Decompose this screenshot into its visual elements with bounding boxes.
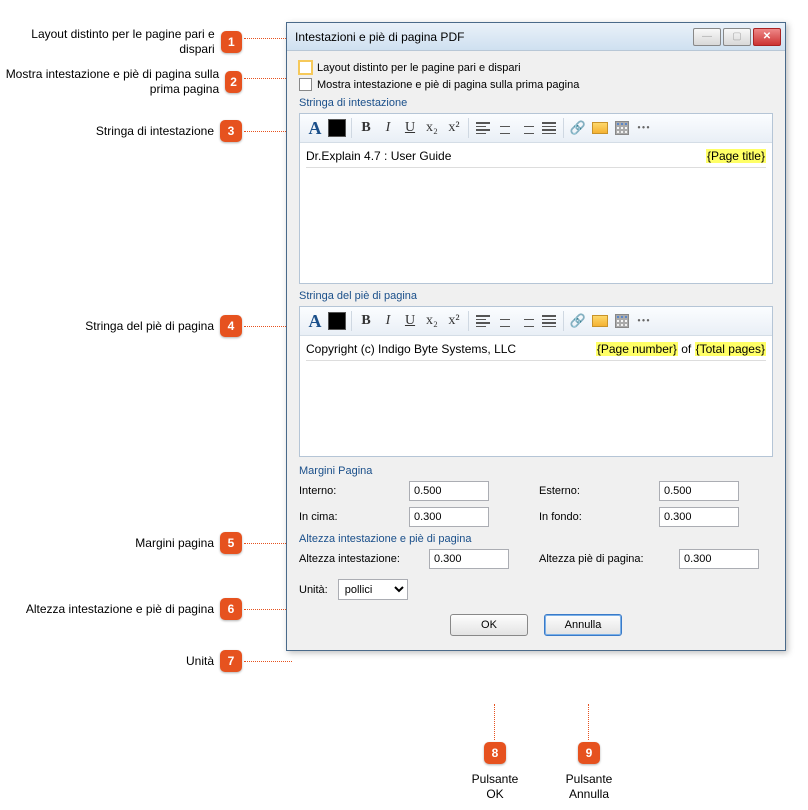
input-header-height[interactable] [429,549,509,569]
more-button[interactable]: ••• [633,117,655,139]
align-right-button[interactable] [516,310,538,332]
color-button[interactable] [326,117,348,139]
input-margin-top[interactable] [409,507,489,527]
label-margin-bottom: In fondo: [539,511,659,523]
header-placeholder-page-title: {Page title} [706,149,766,163]
font-button[interactable]: A [304,117,326,139]
callout-badge-7: 7 [220,650,242,672]
callout-label-3: Stringa di intestazione [96,124,214,139]
maximize-button[interactable]: ▢ [723,28,751,46]
link-button[interactable]: 🔗 [567,310,589,332]
callout-label-6: Altezza intestazione e piè di pagina [26,602,214,617]
callout-badge-1: 1 [221,31,242,53]
header-toolbar: A B I U x₂ x² 🔗 ••• [300,114,772,143]
callout-label-1: Layout distinto per le pagine pari e dis… [0,27,215,57]
image-button[interactable] [589,310,611,332]
callout-badge-8: 8 [484,742,506,764]
align-justify-button[interactable] [538,117,560,139]
label-header-height: Altezza intestazione: [299,553,429,565]
align-right-button[interactable] [516,117,538,139]
align-justify-button[interactable] [538,310,560,332]
callout-badge-9: 9 [578,742,600,764]
titlebar[interactable]: Intestazioni e piè di pagina PDF — ▢ ✕ [287,23,785,51]
group-footer-string: Stringa del piè di pagina [299,290,773,302]
callout-badge-6: 6 [220,598,242,620]
footer-toolbar: A B I U x₂ x² 🔗 ••• [300,307,772,336]
ok-button[interactable]: OK [450,614,528,636]
callout-label-7: Unità [186,654,214,669]
align-left-button[interactable] [472,310,494,332]
callout-label-2: Mostra intestazione e piè di pagina sull… [0,67,219,97]
header-left-text: Dr.Explain 4.7 : User Guide [306,149,451,163]
footer-placeholder-page-number: {Page number} [596,342,678,356]
label-units: Unità: [299,584,328,596]
footer-placeholder-total-pages: {Total pages} [695,342,766,356]
font-button[interactable]: A [304,310,326,332]
align-center-button[interactable] [494,310,516,332]
cancel-button[interactable]: Annulla [544,614,622,636]
callout-label-8: Pulsante OK [470,772,520,802]
italic-button[interactable]: I [377,117,399,139]
callout-label-5: Margini pagina [135,536,214,551]
underline-button[interactable]: U [399,310,421,332]
checkbox-show-first-page-label: Mostra intestazione e piè di pagina sull… [317,79,579,91]
underline-button[interactable]: U [399,117,421,139]
callout-badge-3: 3 [220,120,242,142]
label-footer-height: Altezza piè di pagina: [539,553,679,565]
subscript-button[interactable]: x₂ [421,310,443,332]
subscript-button[interactable]: x₂ [421,117,443,139]
label-margin-top: In cima: [299,511,409,523]
table-button[interactable] [611,117,633,139]
checkbox-distinct-layout[interactable] [299,61,312,74]
callout-label-9: Pulsante Annulla [562,772,616,802]
input-margin-outer[interactable] [659,481,739,501]
link-button[interactable]: 🔗 [567,117,589,139]
table-button[interactable] [611,310,633,332]
bold-button[interactable]: B [355,117,377,139]
dialog-title: Intestazioni e piè di pagina PDF [295,30,693,44]
bold-button[interactable]: B [355,310,377,332]
callout-label-4: Stringa del piè di pagina [85,319,214,334]
callout-badge-4: 4 [220,315,242,337]
input-footer-height[interactable] [679,549,759,569]
select-units[interactable]: pollici [338,579,408,600]
minimize-button[interactable]: — [693,28,721,46]
align-center-button[interactable] [494,117,516,139]
group-heights: Altezza intestazione e piè di pagina [299,533,773,545]
footer-content-area[interactable]: Copyright (c) Indigo Byte Systems, LLC {… [300,336,772,456]
close-button[interactable]: ✕ [753,28,781,46]
footer-editor: A B I U x₂ x² 🔗 ••• [299,306,773,457]
dialog-pdf-header-footer: Intestazioni e piè di pagina PDF — ▢ ✕ L… [286,22,786,651]
checkbox-distinct-layout-label: Layout distinto per le pagine pari e dis… [317,62,521,74]
input-margin-inner[interactable] [409,481,489,501]
align-left-button[interactable] [472,117,494,139]
superscript-button[interactable]: x² [443,117,465,139]
footer-right-text: {Page number} of {Total pages} [596,342,766,356]
header-editor: A B I U x₂ x² 🔗 ••• [299,113,773,284]
image-button[interactable] [589,117,611,139]
group-header-string: Stringa di intestazione [299,97,773,109]
color-button[interactable] [326,310,348,332]
more-button[interactable]: ••• [633,310,655,332]
callout-badge-2: 2 [225,71,242,93]
header-content-area[interactable]: Dr.Explain 4.7 : User Guide {Page title} [300,143,772,283]
group-margins: Margini Pagina [299,465,773,477]
label-margin-outer: Esterno: [539,485,659,497]
input-margin-bottom[interactable] [659,507,739,527]
checkbox-show-first-page[interactable] [299,78,312,91]
italic-button[interactable]: I [377,310,399,332]
footer-left-text: Copyright (c) Indigo Byte Systems, LLC [306,342,516,356]
callout-badge-5: 5 [220,532,242,554]
superscript-button[interactable]: x² [443,310,465,332]
label-margin-inner: Interno: [299,485,409,497]
